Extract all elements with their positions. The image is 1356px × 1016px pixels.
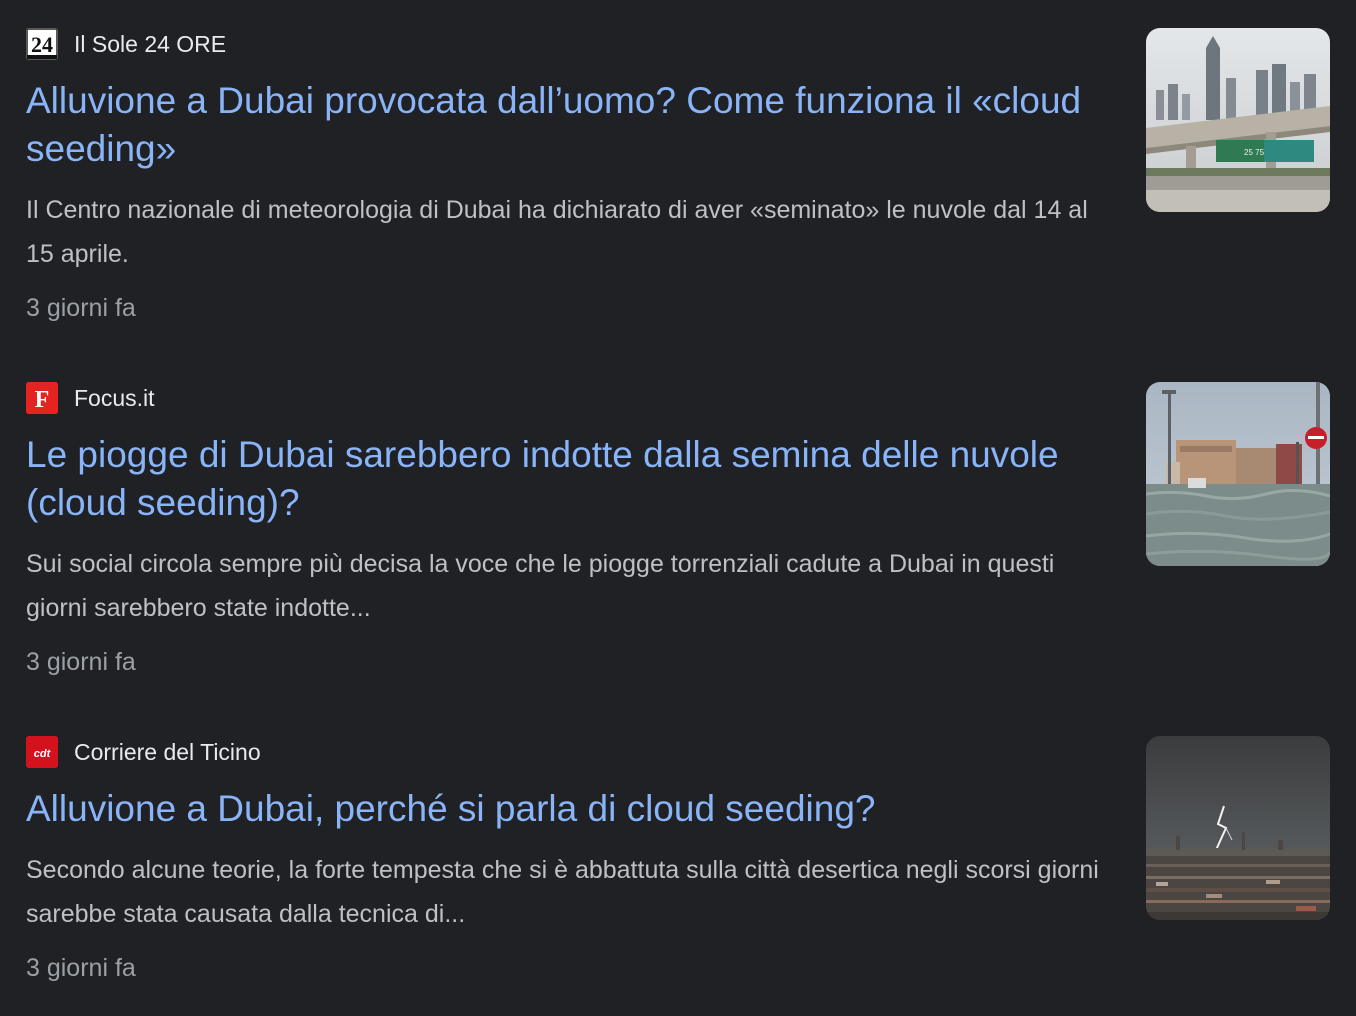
article-source-row[interactable]: 24 Il Sole 24 ORE bbox=[26, 27, 226, 61]
article-source-name: Corriere del Ticino bbox=[74, 739, 261, 765]
svg-text:25 75: 25 75 bbox=[1244, 148, 1265, 157]
focus-logo-icon: F bbox=[26, 382, 58, 414]
news-article-2[interactable]: F Focus.it Le piogge di Dubai sarebbero … bbox=[26, 381, 1330, 681]
article-snippet: Secondo alcune teorie, la forte tempesta… bbox=[26, 856, 1099, 928]
article-source-row[interactable]: cdt Corriere del Ticino bbox=[26, 735, 261, 769]
favicon-text: F bbox=[35, 387, 50, 413]
article-source-row[interactable]: F Focus.it bbox=[26, 381, 155, 415]
article-source-name: Il Sole 24 ORE bbox=[74, 31, 227, 57]
flooded-street-image[interactable] bbox=[1146, 382, 1330, 566]
favicon-text: 24 bbox=[31, 32, 53, 57]
article-timestamp: 3 giorni fa bbox=[26, 648, 136, 676]
article-timestamp: 3 giorni fa bbox=[26, 294, 136, 322]
article-headline[interactable]: Alluvione a Dubai provocata dall’uomo? C… bbox=[26, 77, 1116, 173]
cdt-logo-icon: cdt bbox=[26, 736, 58, 768]
article-timestamp: 3 giorni fa bbox=[26, 954, 136, 982]
storm-lightning-city-image[interactable] bbox=[1146, 736, 1330, 920]
article-source-name: Focus.it bbox=[74, 385, 155, 411]
sole24ore-logo-icon: 24 bbox=[26, 28, 58, 60]
news-article-3[interactable]: cdt Corriere del Ticino Alluvione a Duba… bbox=[26, 735, 1330, 995]
article-headline[interactable]: Le piogge di Dubai sarebbero indotte dal… bbox=[26, 431, 1116, 527]
news-article-1[interactable]: 24 Il Sole 24 ORE Alluvione a Dubai prov… bbox=[26, 27, 1330, 327]
article-snippet: Sui social circola sempre più decisa la … bbox=[26, 550, 1055, 622]
favicon-text: cdt bbox=[34, 748, 52, 760]
dubai-highway-skyline-image[interactable]: 25 75 bbox=[1146, 28, 1330, 212]
article-headline[interactable]: Alluvione a Dubai, perché si parla di cl… bbox=[26, 785, 1116, 833]
article-snippet: Il Centro nazionale di meteorologia di D… bbox=[26, 196, 1088, 268]
